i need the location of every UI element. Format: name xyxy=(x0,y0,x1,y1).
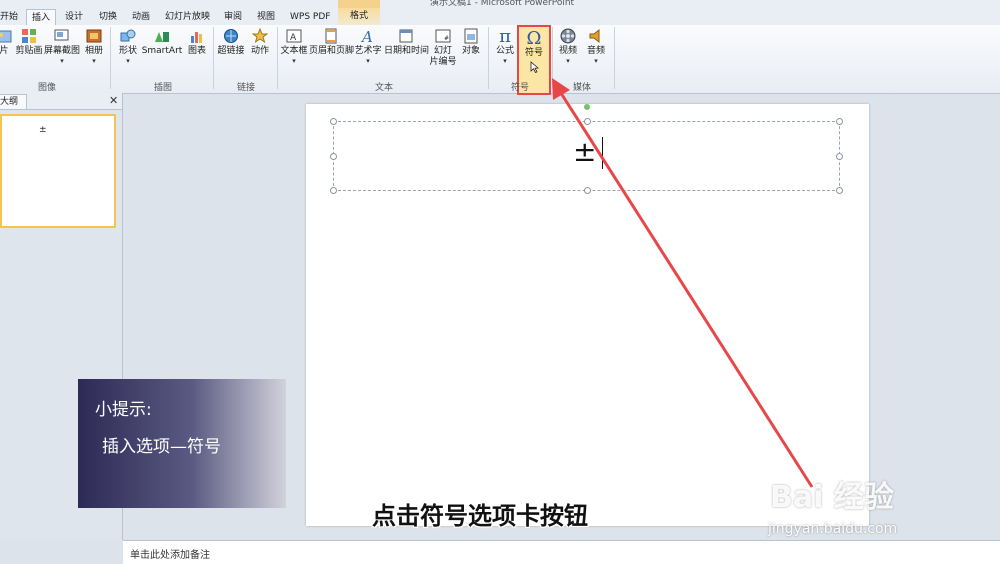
audio-button[interactable]: 音频 ▾ xyxy=(584,25,608,81)
text-caret xyxy=(602,137,603,169)
resize-handle[interactable] xyxy=(330,153,337,160)
thumbnail-symbol: ± xyxy=(39,125,47,135)
action-star-icon xyxy=(251,27,269,46)
clipart-button[interactable]: 剪贴画 xyxy=(14,25,44,81)
group-label-text: 文本 xyxy=(375,83,394,93)
slide-canvas[interactable]: ± xyxy=(306,104,869,526)
smartart-button[interactable]: SmartArt xyxy=(141,25,183,81)
context-tab-header xyxy=(338,0,380,8)
mouse-cursor-icon xyxy=(529,60,539,74)
tab-review[interactable]: 审阅 xyxy=(224,10,242,24)
chart-icon xyxy=(188,28,206,46)
close-icon[interactable]: ✕ xyxy=(109,93,118,109)
ribbon-tabs: 开始 插入 设计 切换 动画 幻灯片放映 审阅 视图 WPS PDF 格式 xyxy=(0,8,1000,26)
slide-number-icon: # xyxy=(434,28,452,46)
tab-animations[interactable]: 动画 xyxy=(132,10,150,24)
chart-button[interactable]: 图表 xyxy=(186,25,208,81)
tab-format[interactable]: 格式 xyxy=(338,8,380,25)
screenshot-button[interactable]: 屏幕截图 ▾ xyxy=(44,25,80,81)
action-button[interactable]: 动作 xyxy=(248,25,272,81)
svg-text:A: A xyxy=(290,33,297,43)
resize-handle[interactable] xyxy=(836,187,843,194)
video-button[interactable]: 视频 ▾ xyxy=(556,25,580,81)
object-button[interactable]: 对象 xyxy=(459,25,483,81)
group-separator xyxy=(277,27,278,89)
slide-thumbnail[interactable]: ± xyxy=(0,114,116,228)
ribbon: 片 剪贴画 屏幕截图 ▾ 相册 ▾ 图像 形状 ▾ SmartArt 图表 插图… xyxy=(0,25,1000,95)
shapes-icon xyxy=(119,28,137,46)
textbox-icon: A xyxy=(285,28,303,46)
equation-button[interactable]: π 公式 ▾ xyxy=(492,25,518,81)
speaker-icon xyxy=(587,28,605,46)
group-label-images: 图像 xyxy=(38,83,57,93)
tab-home[interactable]: 开始 xyxy=(0,10,18,24)
smartart-icon xyxy=(153,28,171,46)
hyperlink-button[interactable]: 超链接 xyxy=(216,25,246,81)
video-subtitle: 点击符号选项卡按钮 xyxy=(372,502,588,530)
picture-button[interactable]: 片 xyxy=(0,25,14,81)
picture-icon xyxy=(0,28,13,46)
tip-title: 小提示: xyxy=(95,400,152,420)
screenshot-icon xyxy=(53,28,71,46)
album-icon xyxy=(85,28,103,46)
shapes-button[interactable]: 形状 ▾ xyxy=(116,25,140,81)
svg-text:#: # xyxy=(444,35,449,42)
tab-wps-pdf[interactable]: WPS PDF xyxy=(290,10,330,24)
rotation-handle[interactable] xyxy=(584,104,590,110)
notes-pane[interactable]: 单击此处添加备注 xyxy=(123,540,1000,564)
tab-transitions[interactable]: 切换 xyxy=(99,10,117,24)
header-footer-icon xyxy=(322,28,340,46)
title-bar: 演示文稿1 - Microsoft PowerPoint xyxy=(0,0,1000,8)
panel-header: 大纲 ✕ xyxy=(0,93,122,110)
group-separator xyxy=(110,27,111,89)
film-reel-icon xyxy=(559,28,577,46)
tab-view[interactable]: 视图 xyxy=(257,10,275,24)
notes-placeholder: 单击此处添加备注 xyxy=(130,550,210,561)
group-label-symbols: 符号 xyxy=(511,83,530,93)
inserted-symbol: ± xyxy=(573,135,597,168)
calendar-icon xyxy=(397,28,415,46)
tip-body: 插入选项—符号 xyxy=(102,437,221,457)
pi-icon: π xyxy=(499,26,511,47)
resize-handle[interactable] xyxy=(836,118,843,125)
resize-handle[interactable] xyxy=(330,118,337,125)
group-label-links: 链接 xyxy=(237,83,256,93)
tab-insert[interactable]: 插入 xyxy=(26,9,57,26)
window-title: 演示文稿1 - Microsoft PowerPoint xyxy=(430,0,575,8)
resize-handle[interactable] xyxy=(836,153,843,160)
datetime-button[interactable]: 日期和时间 xyxy=(384,25,429,81)
watermark-brand: Bai 经验 xyxy=(770,480,894,515)
tip-card: 小提示: 插入选项—符号 xyxy=(78,379,286,508)
group-separator xyxy=(213,27,214,89)
omega-icon: Ω xyxy=(526,28,542,49)
group-separator xyxy=(552,27,553,89)
wordart-icon: A xyxy=(359,28,377,46)
resize-handle[interactable] xyxy=(584,187,591,194)
globe-link-icon xyxy=(222,28,240,46)
album-button[interactable]: 相册 ▾ xyxy=(82,25,106,81)
watermark-url: jingyan.baidu.com xyxy=(768,521,898,537)
group-separator xyxy=(614,27,615,89)
resize-handle[interactable] xyxy=(330,187,337,194)
clipart-icon xyxy=(20,28,38,46)
group-separator xyxy=(488,27,489,89)
group-label-illustrations: 插图 xyxy=(154,83,173,93)
tab-outline[interactable]: 大纲 xyxy=(0,94,28,110)
wordart-button[interactable]: A 艺术字 ▾ xyxy=(354,25,382,81)
tab-design[interactable]: 设计 xyxy=(65,10,83,24)
tab-slideshow[interactable]: 幻灯片放映 xyxy=(165,10,210,24)
slide-number-button[interactable]: # 幻灯 片编号 xyxy=(429,25,457,81)
textbox-button[interactable]: A 文本框 ▾ xyxy=(280,25,308,81)
object-icon xyxy=(462,28,480,46)
group-label-media: 媒体 xyxy=(573,83,592,93)
resize-handle[interactable] xyxy=(584,118,591,125)
header-footer-button[interactable]: 页眉和页脚 xyxy=(309,25,354,81)
svg-text:A: A xyxy=(360,28,373,44)
